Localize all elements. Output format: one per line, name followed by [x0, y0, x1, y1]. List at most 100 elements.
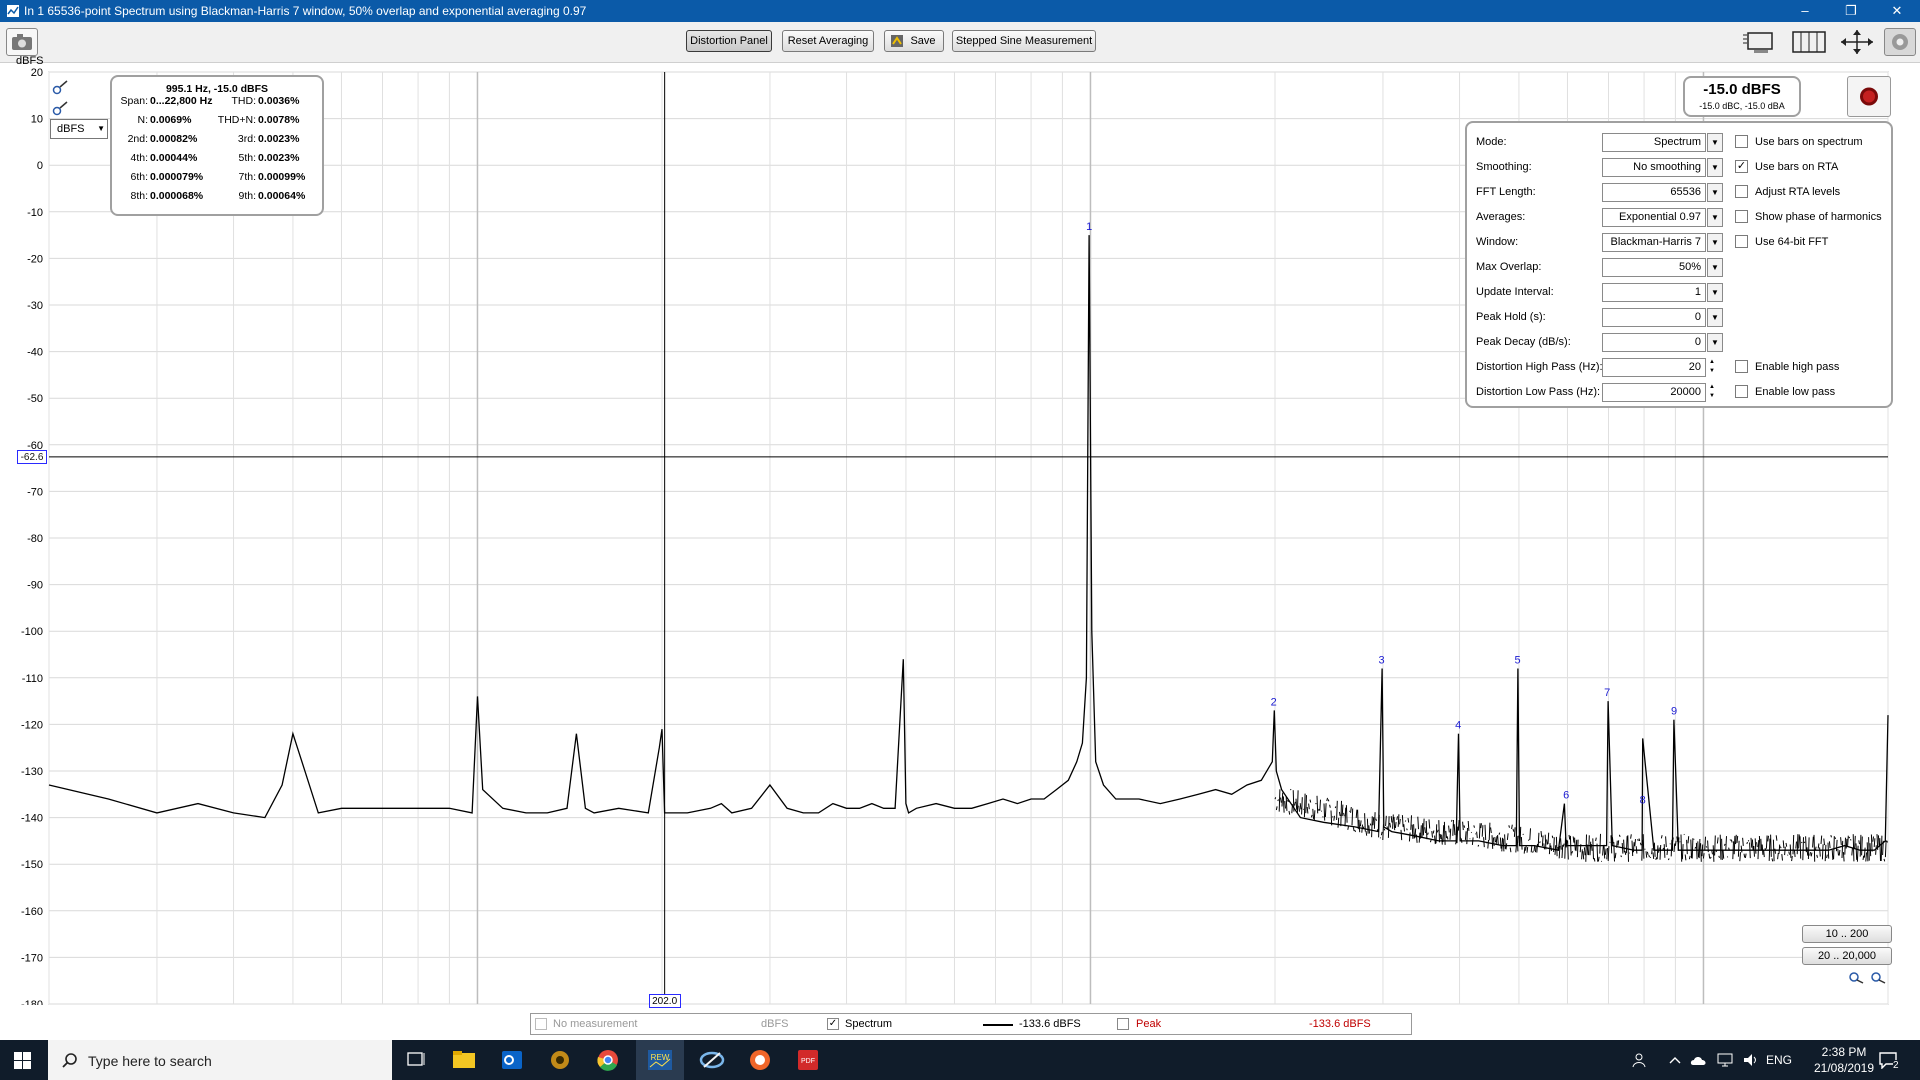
spectrum-checkbox[interactable]: ✓ [827, 1018, 839, 1030]
people-icon[interactable] [1632, 1052, 1650, 1068]
settings-checkbox[interactable] [1735, 185, 1748, 198]
clock-time[interactable]: 2:38 PM [1814, 1045, 1874, 1059]
y-tick-label: -30 [27, 300, 43, 312]
y-tick-label: -70 [27, 486, 43, 498]
minimize-button[interactable]: – [1782, 0, 1828, 22]
harmonic-label: 2 [1271, 696, 1277, 708]
settings-checkbox[interactable] [1735, 385, 1748, 398]
distortion-row: N: 0.0069% THD+N: 0.0078% [112, 114, 325, 132]
spectrum-value: -133.6 dBFS [1019, 1018, 1081, 1030]
restore-button[interactable]: ❐ [1828, 0, 1874, 22]
settings-value-field[interactable]: 65536 [1602, 183, 1706, 202]
y-tick-label: -100 [21, 626, 43, 638]
distortion-label: 9th: [238, 190, 256, 202]
settings-checkbox[interactable]: ✓ [1735, 160, 1748, 173]
harmonic-label: 9 [1671, 706, 1677, 718]
onedrive-icon[interactable] [1690, 1053, 1708, 1067]
settings-label: Peak Decay (dB/s): [1476, 336, 1571, 348]
camera-icon[interactable] [6, 28, 38, 56]
spinner-icon[interactable]: ▲ ▼ [1707, 358, 1717, 377]
record-icon [1860, 87, 1878, 106]
settings-value-field[interactable]: 20000 [1602, 383, 1706, 402]
peak-checkbox[interactable] [1117, 1018, 1129, 1030]
peak-value: -133.6 dBFS [1309, 1018, 1371, 1030]
settings-value-field[interactable]: No smoothing [1602, 158, 1706, 177]
y-tick-label: -10 [27, 207, 43, 219]
chevron-down-icon[interactable]: ▼ [1707, 308, 1723, 327]
range-20-20000-button[interactable]: 20 .. 20,000 [1802, 947, 1892, 965]
volume-icon[interactable] [1742, 1052, 1760, 1068]
distortion-label: Span: [120, 95, 148, 107]
settings-value-field[interactable]: Spectrum [1602, 133, 1706, 152]
y-unit-select[interactable]: dBFS ▼ [50, 119, 108, 139]
settings-value-field[interactable]: Exponential 0.97 [1602, 208, 1706, 227]
chevron-down-icon[interactable]: ▼ [1707, 333, 1723, 352]
window-title: In 1 65536-point Spectrum using Blackman… [24, 4, 587, 18]
toolbar: Distortion Panel Reset Averaging Save St… [0, 22, 1920, 63]
rew-icon[interactable]: REW [636, 1040, 684, 1080]
distortion-label: 4th: [130, 152, 148, 164]
columns-icon[interactable] [1790, 28, 1828, 56]
y-tick-label: -80 [27, 533, 43, 545]
settings-checkbox[interactable] [1735, 235, 1748, 248]
app-gold-icon[interactable] [536, 1040, 584, 1080]
stepped-sine-button[interactable]: Stepped Sine Measurement [952, 30, 1096, 52]
zoom-in-y-icon[interactable] [52, 79, 70, 95]
taskbar-search[interactable]: Type here to search [48, 1040, 392, 1080]
distortion-panel-button[interactable]: Distortion Panel [686, 30, 772, 52]
zoom-out-y-icon[interactable] [52, 100, 70, 116]
settings-value-field[interactable]: 0 [1602, 333, 1706, 352]
clock-date[interactable]: 21/08/2019 [1810, 1061, 1878, 1075]
svg-text:PDF: PDF [801, 1058, 815, 1065]
settings-value-field[interactable]: 50% [1602, 258, 1706, 277]
layout-icon[interactable] [1740, 28, 1778, 56]
zoom-in-x-icon[interactable] [1848, 968, 1866, 984]
language-indicator[interactable]: ENG [1766, 1053, 1792, 1067]
distortion-row: 6th: 0.000079% 7th: 0.00099% [112, 171, 325, 189]
outlook-icon[interactable] [488, 1040, 536, 1080]
task-view-icon[interactable] [392, 1040, 440, 1080]
file-explorer-icon[interactable] [440, 1040, 488, 1080]
windows-start-icon[interactable] [14, 1052, 31, 1069]
settings-value-field[interactable]: Blackman-Harris 7 [1602, 233, 1706, 252]
save-button[interactable]: Save [884, 30, 944, 52]
settings-checkbox[interactable] [1735, 135, 1748, 148]
spinner-icon[interactable]: ▲ ▼ [1707, 383, 1717, 402]
reset-averaging-button[interactable]: Reset Averaging [782, 30, 874, 52]
save-icon [891, 35, 903, 47]
harmonic-label: 7 [1604, 687, 1610, 699]
close-button[interactable]: ✕ [1874, 0, 1920, 22]
zoom-fit-icon[interactable] [1838, 28, 1876, 56]
pdf-icon[interactable]: PDF [784, 1040, 832, 1080]
y-tick-label: 0 [37, 160, 43, 172]
distortion-label: 6th: [130, 171, 148, 183]
settings-label: Window: [1476, 236, 1519, 248]
app-swirl-icon[interactable] [688, 1040, 736, 1080]
range-10-200-button[interactable]: 10 .. 200 [1802, 925, 1892, 943]
chevron-down-icon[interactable]: ▼ [1707, 158, 1723, 177]
chevron-down-icon[interactable]: ▼ [1707, 183, 1723, 202]
search-placeholder: Type here to search [88, 1053, 212, 1069]
settings-checkbox[interactable] [1735, 210, 1748, 223]
y-tick-label: 20 [31, 67, 43, 79]
chevron-down-icon[interactable]: ▼ [1707, 208, 1723, 227]
chevron-down-icon[interactable]: ▼ [1707, 233, 1723, 252]
settings-value-field[interactable]: 1 [1602, 283, 1706, 302]
chevron-up-icon[interactable] [1668, 1053, 1682, 1067]
chevron-down-icon[interactable]: ▼ [1707, 258, 1723, 277]
settings-value-field[interactable]: 20 [1602, 358, 1706, 377]
svg-text:REW: REW [651, 1053, 670, 1062]
network-icon[interactable] [1716, 1052, 1734, 1068]
no-measurement-checkbox[interactable] [535, 1018, 547, 1030]
settings-checkbox[interactable] [1735, 360, 1748, 373]
record-button[interactable] [1847, 76, 1891, 117]
zoom-out-x-icon[interactable] [1870, 968, 1888, 984]
settings-value-field[interactable]: 0 [1602, 308, 1706, 327]
y-tick-label: -120 [21, 719, 43, 731]
chevron-down-icon[interactable]: ▼ [1707, 283, 1723, 302]
cursor-y-label: -62.6 [17, 449, 47, 464]
chrome-icon[interactable] [584, 1040, 632, 1080]
chevron-down-icon[interactable]: ▼ [1707, 133, 1723, 152]
app-orange-icon[interactable] [736, 1040, 784, 1080]
settings-icon[interactable] [1884, 28, 1916, 56]
